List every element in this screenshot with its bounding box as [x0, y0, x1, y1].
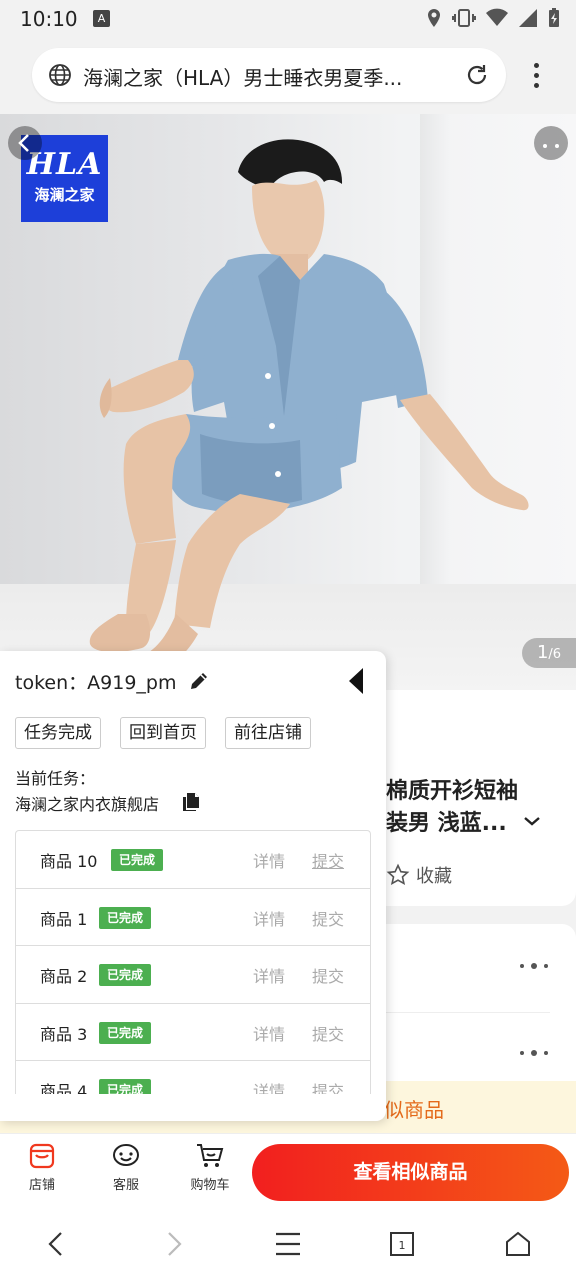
shop-button[interactable]: 店铺	[12, 1142, 72, 1193]
chevron-down-icon[interactable]	[522, 814, 542, 828]
address-bar[interactable]: 海澜之家（HLA）男士睡衣男夏季...	[32, 48, 506, 102]
home-icon[interactable]	[504, 1229, 532, 1259]
options-more-icon[interactable]	[520, 1048, 550, 1056]
product-title[interactable]: 棉质开衫短袖 装男 浅蓝...	[386, 776, 566, 840]
cart-icon	[197, 1144, 224, 1167]
svg-text:1: 1	[399, 1239, 406, 1252]
detail-link[interactable]: 详情	[253, 848, 285, 872]
dot	[555, 144, 559, 148]
page-title: 海澜之家（HLA）男士睡衣男夏季...	[83, 66, 403, 90]
status-time: 10:10	[20, 7, 78, 31]
detail-link[interactable]: 详情	[253, 1021, 285, 1045]
star-icon	[386, 863, 410, 886]
copy-icon[interactable]	[181, 792, 201, 812]
product-image[interactable]: HLA 海澜之家 1/6	[0, 114, 576, 690]
current-task-store: 海澜之家内衣旗舰店	[15, 795, 160, 814]
submit-link[interactable]: 提交	[312, 963, 344, 987]
status-badge: 已完成	[99, 964, 152, 986]
reload-icon[interactable]	[464, 62, 490, 88]
wifi-icon	[486, 8, 508, 26]
task-list: 商品 10 已完成 详情 提交 商品 1 已完成 详情 提交 商品 2 已完成 …	[15, 830, 371, 1094]
task-complete-button[interactable]: 任务完成	[15, 717, 101, 749]
go-store-button[interactable]: 前往店铺	[225, 717, 311, 749]
image-counter: 1/6	[522, 638, 576, 668]
table-row: 商品 10 已完成 详情 提交	[16, 831, 370, 889]
product-title-line1: 棉质开衫短袖	[386, 779, 519, 804]
customer-service-button[interactable]: 客服	[96, 1142, 156, 1193]
status-badge: 已完成	[99, 1079, 152, 1094]
detail-link[interactable]: 详情	[253, 1078, 285, 1094]
item-name: 商品 3	[40, 1024, 88, 1044]
submit-link[interactable]: 提交	[312, 1078, 344, 1094]
submit-link[interactable]: 提交	[312, 848, 344, 872]
cart-label: 购物车	[190, 1178, 230, 1193]
item-name: 商品 2	[40, 967, 88, 986]
task-panel: token：A919_pm 任务完成 回到首页 前往店铺 当前任务： 海澜之家内…	[0, 651, 386, 1121]
battery-icon	[549, 8, 559, 27]
image-total: /6	[548, 647, 562, 662]
favorite-button[interactable]: 收藏	[386, 862, 452, 888]
token-label: token：	[15, 672, 88, 694]
submit-link[interactable]: 提交	[312, 906, 344, 930]
image-index: 1	[536, 642, 549, 663]
menu-icon[interactable]	[274, 1229, 302, 1259]
status-badge: 已完成	[111, 849, 164, 871]
vibrate-icon	[452, 9, 476, 27]
browser-nav-bar: 1	[0, 1209, 576, 1280]
cart-button[interactable]: 购物车	[180, 1142, 240, 1193]
forward-nav-icon[interactable]	[162, 1229, 186, 1259]
location-icon	[428, 9, 440, 27]
notification-icon: A	[93, 10, 110, 27]
bottom-action-bar: 店铺 客服 购物车 查看相似商品	[0, 1133, 576, 1209]
view-similar-button[interactable]: 查看相似商品	[252, 1144, 569, 1201]
favorite-label: 收藏	[416, 866, 452, 887]
back-nav-icon[interactable]	[44, 1229, 68, 1259]
go-home-button[interactable]: 回到首页	[120, 717, 206, 749]
more-vert-icon[interactable]	[526, 60, 546, 90]
shop-icon	[29, 1143, 55, 1169]
options-more-icon[interactable]	[520, 961, 550, 969]
item-name: 商品 1	[40, 909, 88, 929]
status-icons	[426, 6, 560, 30]
detail-link[interactable]: 详情	[253, 906, 285, 930]
shop-label: 店铺	[28, 1178, 55, 1193]
banner-text: 似商品	[384, 1098, 444, 1122]
submit-link[interactable]: 提交	[312, 1021, 344, 1045]
globe-icon	[49, 64, 71, 86]
tabs-icon[interactable]: 1	[388, 1229, 416, 1259]
current-task-label: 当前任务：	[15, 769, 96, 788]
back-button[interactable]	[8, 126, 42, 160]
table-row: 商品 2 已完成 详情 提交	[16, 946, 370, 1004]
customer-service-label: 客服	[112, 1178, 139, 1193]
collapse-icon[interactable]	[347, 667, 365, 695]
logo-sub: 海澜之家	[34, 186, 95, 204]
status-badge: 已完成	[99, 1021, 152, 1044]
status-bar: 10:10 A	[0, 0, 576, 38]
token-row: token：A919_pm	[15, 668, 176, 695]
edit-icon[interactable]	[188, 670, 210, 692]
dot	[543, 144, 547, 148]
signal-icon	[519, 9, 537, 27]
chevron-left-icon	[18, 134, 29, 152]
item-name: 商品 4	[40, 1082, 88, 1094]
item-name: 商品 10	[40, 852, 98, 871]
divider	[384, 1012, 550, 1013]
table-row: 商品 4 已完成 详情 提交	[16, 1061, 370, 1094]
detail-link[interactable]: 详情	[253, 963, 285, 987]
table-row: 商品 1 已完成 详情 提交	[16, 889, 370, 946]
customer-service-icon	[113, 1144, 139, 1166]
status-badge: 已完成	[99, 906, 152, 929]
more-options-button[interactable]	[534, 126, 568, 160]
table-row: 商品 3 已完成 详情 提交	[16, 1004, 370, 1061]
token-value: A919_pm	[87, 672, 177, 694]
